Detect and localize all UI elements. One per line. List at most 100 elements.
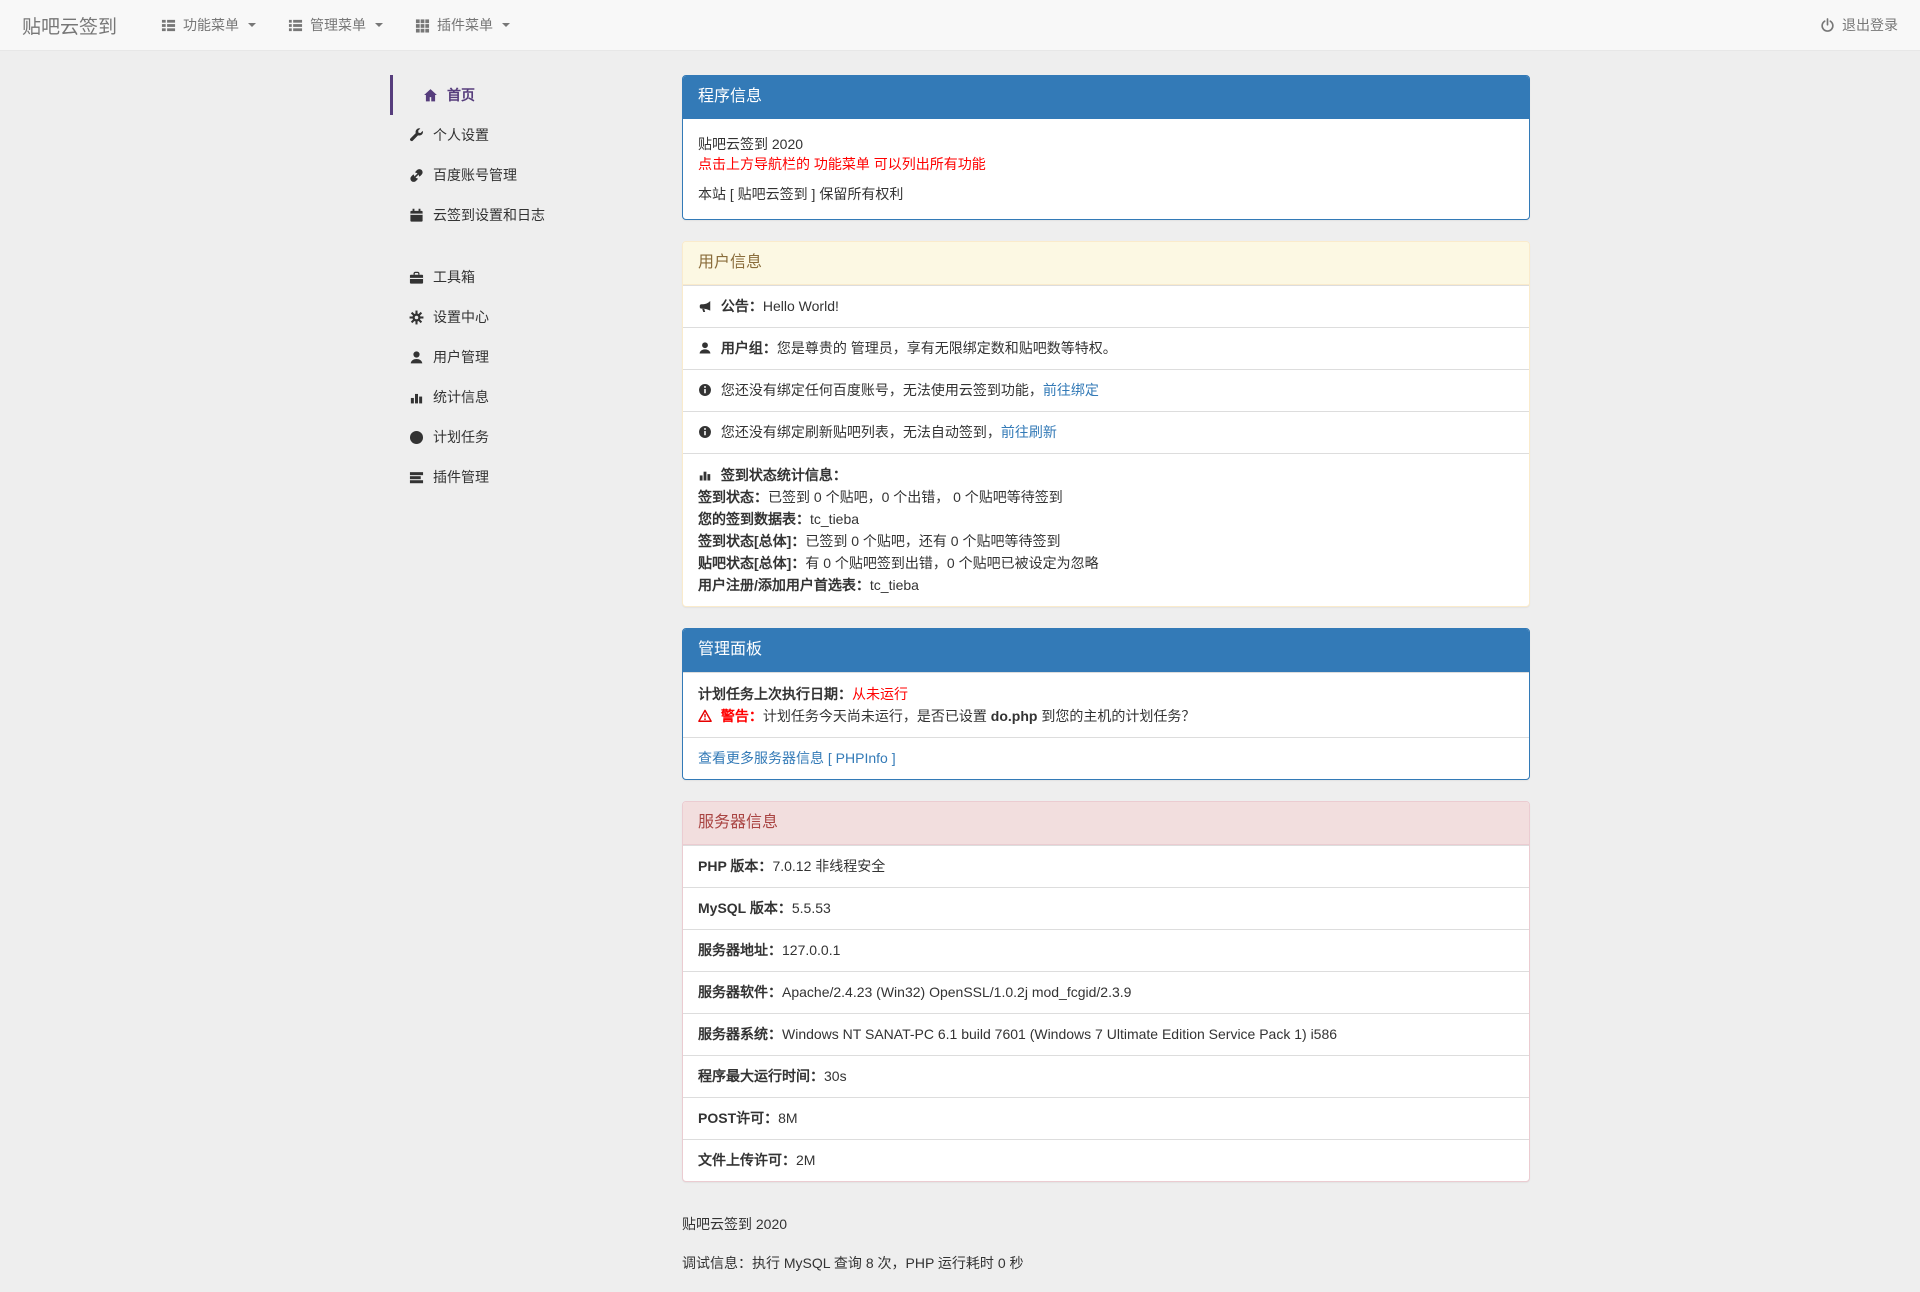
sidebar: 首页 个人设置 百度账号管理 云签到设置和日志 工具箱 设置中心 [375,75,667,1292]
stat-label: 您的签到数据表： [698,511,810,527]
info-circle-icon [698,425,712,439]
sidebar-item-toolbox[interactable]: 工具箱 [393,257,652,297]
user-icon [409,350,424,365]
server-row-upload-limit: 文件上传许可：2M [683,1139,1529,1181]
stat-label: 用户注册/添加用户首选表： [698,577,870,593]
page-footer: 贴吧云签到 2020 调试信息：执行 MySQL 查询 8 次，PHP 运行耗时… [682,1214,1530,1273]
server-row-system: 服务器系统：Windows NT SANAT-PC 6.1 build 7601… [683,1013,1529,1055]
usergroup-value: 您是尊贵的 管理员，享有无限绑定数和贴吧数等特权。 [777,340,1117,356]
bar-chart-icon [409,390,424,405]
stat-label: 签到状态[总体]： [698,533,805,549]
th-list-icon [161,18,176,33]
refresh-notice-text: 您还没有绑定刷新贴吧列表，无法自动签到， [721,424,1001,440]
wrench-icon [409,128,424,143]
bar-chart-icon [698,468,712,482]
refresh-notice-row: 您还没有绑定刷新贴吧列表，无法自动签到，前往刷新 [683,411,1529,453]
gear-icon [409,310,424,325]
server-row-max-runtime: 程序最大运行时间：30s [683,1055,1529,1097]
sidebar-item-baidu-accounts[interactable]: 百度账号管理 [393,155,652,195]
nav-menu-label: 功能菜单 [183,15,239,35]
sidebar-item-label: 计划任务 [433,427,489,447]
stat-line: 您的签到数据表：tc_tieba [698,508,1514,530]
stat-value: 已签到 0 个贴吧，还有 0 个贴吧等待签到 [805,533,1060,549]
clock-icon [409,430,424,445]
bind-link[interactable]: 前往绑定 [1043,382,1099,398]
sidebar-item-cron-tasks[interactable]: 计划任务 [393,417,652,457]
brand-title[interactable]: 贴吧云签到 [22,12,117,39]
cron-date-line: 计划任务上次执行日期：从未运行 [698,683,1514,705]
calendar-icon [409,208,424,223]
briefcase-icon [409,270,424,285]
sidebar-item-label: 首页 [447,85,475,105]
info-circle-icon [698,383,712,397]
admin-panel-title: 管理面板 [683,629,1529,672]
chevron-down-icon [375,23,383,27]
nav-menu-label: 插件菜单 [437,15,493,35]
sidebar-group-admin: 工具箱 设置中心 用户管理 统计信息 计划任务 插件管理 [390,257,652,497]
server-row-address: 服务器地址：127.0.0.1 [683,929,1529,971]
sidebar-item-statistics[interactable]: 统计信息 [393,377,652,417]
main-content: 程序信息 贴吧云签到 2020 点击上方导航栏的 功能菜单 可以列出所有功能 本… [667,75,1545,1292]
server-row-label: MySQL 版本： [698,900,792,916]
announcement-row: 公告：Hello World! [683,285,1529,327]
nav-menu-manage[interactable]: 管理菜单 [272,0,399,50]
footer-copyright: 贴吧云签到 2020 [682,1214,1530,1234]
sidebar-item-label: 工具箱 [433,267,475,287]
nav-menu-plugin[interactable]: 插件菜单 [399,0,526,50]
server-row-value: Windows NT SANAT-PC 6.1 build 7601 (Wind… [782,1026,1337,1042]
stat-label: 签到状态： [698,489,768,505]
warning-code: do.php [991,708,1038,724]
sidebar-group-main: 首页 个人设置 百度账号管理 云签到设置和日志 [390,75,652,235]
nav-menu-label: 管理菜单 [310,15,366,35]
server-row-value: 127.0.0.1 [782,942,840,958]
logout-label: 退出登录 [1842,15,1898,35]
sidebar-item-plugin-management[interactable]: 插件管理 [393,457,652,497]
server-row-label: POST许可： [698,1110,778,1126]
stats-title-line: 签到状态统计信息： [698,464,1514,486]
admin-panel: 管理面板 计划任务上次执行日期：从未运行 警告：计划任务今天尚未运行，是否已设置… [682,628,1530,780]
stats-title: 签到状态统计信息： [721,467,847,483]
server-row-value: 5.5.53 [792,900,831,916]
cron-warning-line: 警告：计划任务今天尚未运行，是否已设置 do.php 到您的主机的计划任务？ [698,705,1514,727]
stat-value: tc_tieba [810,511,859,527]
server-info-title: 服务器信息 [683,802,1529,845]
stat-value: 已签到 0 个贴吧，0 个出错， 0 个贴吧等待签到 [768,489,1063,505]
warning-triangle-icon [698,709,712,723]
chevron-down-icon [248,23,256,27]
sidebar-item-label: 云签到设置和日志 [433,205,545,225]
sidebar-item-personal-settings[interactable]: 个人设置 [393,115,652,155]
usergroup-label: 用户组： [721,340,777,356]
footer-debug-info: 调试信息：执行 MySQL 查询 8 次，PHP 运行耗时 0 秒 [682,1253,1530,1273]
usergroup-row: 用户组：您是尊贵的 管理员，享有无限绑定数和贴吧数等特权。 [683,327,1529,369]
program-version-block: 贴吧云签到 2020 点击上方导航栏的 功能菜单 可以列出所有功能 [698,134,1514,174]
sidebar-item-home[interactable]: 首页 [390,75,652,115]
sidebar-item-settings-center[interactable]: 设置中心 [393,297,652,337]
user-icon [698,341,712,355]
sidebar-item-sign-settings-log[interactable]: 云签到设置和日志 [393,195,652,235]
th-icon [415,18,430,33]
server-row-value: Apache/2.4.23 (Win32) OpenSSL/1.0.2j mod… [782,984,1131,1000]
cron-status-row: 计划任务上次执行日期：从未运行 警告：计划任务今天尚未运行，是否已设置 do.p… [683,672,1529,737]
sidebar-item-label: 百度账号管理 [433,165,517,185]
program-info-panel: 程序信息 贴吧云签到 2020 点击上方导航栏的 功能菜单 可以列出所有功能 本… [682,75,1530,220]
server-row-software: 服务器软件：Apache/2.4.23 (Win32) OpenSSL/1.0.… [683,971,1529,1013]
refresh-link[interactable]: 前往刷新 [1001,424,1057,440]
bullhorn-icon [698,299,712,313]
stat-line: 签到状态：已签到 0 个贴吧，0 个出错， 0 个贴吧等待签到 [698,486,1514,508]
server-row-value: 2M [796,1152,815,1168]
server-row-label: 服务器系统： [698,1026,782,1042]
phpinfo-link[interactable]: 查看更多服务器信息 [ PHPInfo ] [698,750,896,766]
bind-notice-text: 您还没有绑定任何百度账号，无法使用云签到功能， [721,382,1043,398]
logout-button[interactable]: 退出登录 [1820,15,1898,35]
user-info-panel: 用户信息 公告：Hello World! 用户组：您是尊贵的 管理员，享有无限绑… [682,241,1530,607]
nav-menu-function[interactable]: 功能菜单 [145,0,272,50]
chevron-down-icon [502,23,510,27]
server-info-panel: 服务器信息 PHP 版本：7.0.12 非线程安全 MySQL 版本：5.5.5… [682,801,1530,1182]
list-icon [288,18,303,33]
top-navbar: 贴吧云签到 功能菜单 管理菜单 插件菜单 退出登录 [0,0,1920,51]
sidebar-item-label: 插件管理 [433,467,489,487]
sidebar-item-user-management[interactable]: 用户管理 [393,337,652,377]
announcement-label: 公告： [721,298,763,314]
server-row-value: 8M [778,1110,797,1126]
stat-line: 贴吧状态[总体]：有 0 个贴吧签到出错，0 个贴吧已被设定为忽略 [698,552,1514,574]
